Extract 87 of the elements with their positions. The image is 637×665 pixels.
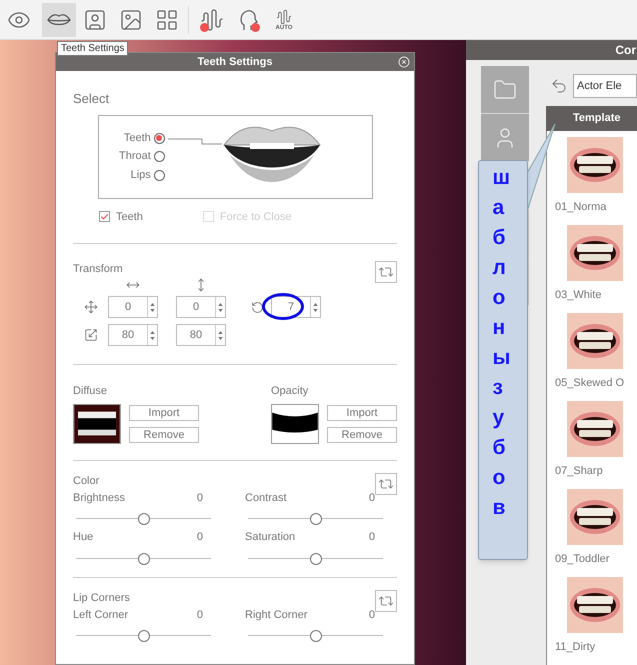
scale-x-field[interactable]: 80	[108, 324, 158, 346]
teeth-thumbnail[interactable]	[567, 489, 623, 545]
slider-track[interactable]	[248, 630, 383, 642]
template-name[interactable]: 01_Norma	[555, 199, 606, 216]
spinner-icon[interactable]	[147, 297, 157, 317]
slider-label: Left Corner	[73, 608, 128, 622]
teeth-thumbnail[interactable]	[567, 225, 623, 281]
slider-label: Saturation	[245, 530, 296, 545]
slider-thumb[interactable]	[310, 630, 322, 642]
scale-y-field[interactable]: 80	[176, 324, 226, 346]
spinner-icon[interactable]	[310, 297, 320, 317]
section-heading: Color	[73, 474, 100, 488]
list-header-title: Template	[573, 111, 620, 126]
texture-label: Diffuse	[73, 384, 108, 399]
template-name[interactable]: 11_Dirty	[555, 639, 596, 656]
texture-button[interactable]: Remove	[129, 426, 199, 442]
slider-track[interactable]	[248, 513, 383, 525]
toolbar-button[interactable]	[42, 2, 76, 36]
reset-button[interactable]	[375, 472, 397, 494]
slider-track[interactable]	[76, 630, 211, 642]
slider-value: 0	[368, 490, 375, 506]
section-heading: Lip Corners	[73, 590, 130, 606]
waveform-dot-icon	[200, 8, 224, 32]
slider-label: Brightness	[73, 490, 125, 506]
grid-icon	[155, 8, 179, 32]
checkbox[interactable]	[99, 211, 110, 222]
teeth-thumbnail[interactable]	[567, 401, 623, 457]
checkbox-option[interactable]: Teeth	[99, 208, 143, 225]
radio-button[interactable]	[154, 132, 165, 144]
move-icon	[84, 300, 98, 314]
radio-button[interactable]	[154, 170, 165, 180]
reset-button[interactable]	[375, 261, 397, 283]
move-y-field[interactable]: 0	[176, 296, 226, 318]
slider-thumb[interactable]	[310, 552, 322, 564]
spinner-icon[interactable]	[147, 325, 157, 345]
slider-label: Contrast	[245, 490, 287, 506]
tooltip: Teeth Settings	[57, 41, 128, 56]
close-icon[interactable]	[398, 56, 410, 68]
scale-icon	[84, 328, 98, 342]
template-name[interactable]: 07_Sharp	[555, 463, 603, 480]
texture-button[interactable]: Remove	[327, 426, 397, 442]
teeth-thumbnail[interactable]	[567, 313, 623, 369]
annotation-ellipse-overlay	[262, 293, 304, 320]
slider-label: Right Corner	[245, 608, 308, 622]
slider-track[interactable]	[76, 513, 211, 525]
opacity-mask-thumbnail	[271, 404, 319, 444]
slider-track[interactable]	[76, 552, 211, 564]
slider-value: 0	[196, 608, 203, 622]
slider-track[interactable]	[248, 552, 383, 564]
portrait-icon	[83, 8, 107, 32]
slider-thumb[interactable]	[138, 513, 150, 525]
panel-title: Cor	[615, 42, 636, 59]
template-name[interactable]: 03_White	[555, 287, 602, 304]
section-heading: Transform	[73, 262, 123, 277]
slider-value: 0	[368, 608, 375, 622]
radio-option[interactable]: Throat	[119, 148, 165, 165]
image-icon	[119, 8, 143, 32]
spinner-icon[interactable]	[215, 325, 225, 345]
teeth-texture-thumbnail	[73, 404, 121, 444]
slider-value: 0	[196, 530, 203, 545]
category-dropdown[interactable]: Actor Ele	[573, 74, 637, 98]
radio-option[interactable]: Lips	[130, 166, 165, 184]
slider-label: Hue	[73, 530, 94, 545]
template-name[interactable]: 05_Skewed O	[555, 375, 624, 392]
template-name[interactable]: 09_Toddler	[555, 551, 610, 568]
slider-thumb[interactable]	[138, 630, 150, 642]
slider-value: 0	[196, 490, 203, 506]
spinner-icon[interactable]	[215, 297, 225, 317]
texture-button[interactable]: Import	[129, 404, 199, 420]
back-icon[interactable]	[550, 77, 568, 95]
lips-icon	[47, 12, 71, 28]
slider-thumb[interactable]	[310, 513, 322, 525]
move-x-field[interactable]: 0	[108, 296, 158, 318]
radio-option[interactable]: Teeth	[124, 130, 165, 146]
reset-button[interactable]	[375, 590, 397, 612]
section-heading: Select	[73, 90, 110, 108]
rotate-icon	[251, 300, 264, 314]
leader-line	[168, 138, 222, 146]
texture-label: Opacity	[271, 384, 310, 399]
teeth-thumbnail[interactable]	[567, 137, 623, 193]
radio-button[interactable]	[154, 151, 165, 162]
texture-button[interactable]: Import	[327, 404, 397, 420]
slider-thumb[interactable]	[138, 552, 150, 564]
teeth-thumbnail[interactable]	[567, 577, 623, 633]
dialog-title: Teeth Settings	[198, 54, 272, 70]
slider-value: 0	[368, 530, 375, 545]
folder-icon	[493, 78, 517, 102]
